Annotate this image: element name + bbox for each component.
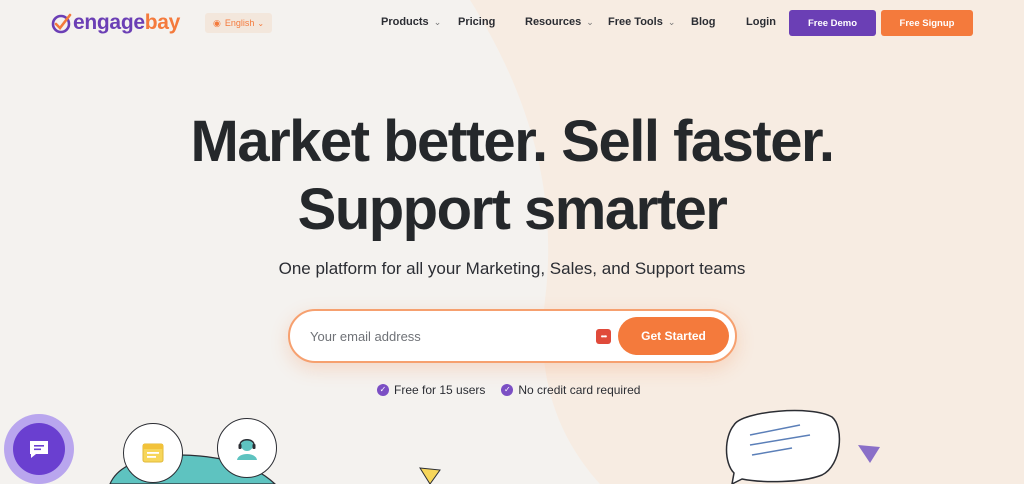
- hero-headline-line2: Support smarter: [297, 177, 728, 242]
- chat-widget-button[interactable]: [4, 414, 74, 484]
- get-started-button[interactable]: Get Started: [618, 317, 729, 355]
- nav-blog[interactable]: Blog: [691, 16, 715, 28]
- support-agent-icon: [237, 439, 257, 460]
- purple-triangle-decoration: [858, 445, 880, 463]
- hero-headline-line1: Market better. Sell faster.: [190, 109, 835, 174]
- yellow-triangle-decoration: [419, 467, 441, 484]
- chat-bubble-icon: [30, 441, 48, 458]
- speech-bubble-illustration: [725, 409, 841, 484]
- nav-resources[interactable]: Resources ⌄: [525, 16, 594, 28]
- chevron-down-icon: ⌄: [257, 18, 265, 28]
- engagebay-logo[interactable]: engagebay: [50, 10, 180, 36]
- nav-blog-label: Blog: [691, 16, 716, 28]
- check-circle-icon: ✓: [501, 384, 514, 396]
- email-input[interactable]: [310, 324, 590, 348]
- chevron-down-icon: ⌄: [667, 16, 676, 27]
- nav-resources-label: Resources: [525, 16, 582, 28]
- email-signup-form: ••• Get Started: [288, 309, 737, 363]
- language-label: English: [224, 18, 255, 28]
- free-demo-button[interactable]: Free Demo: [789, 10, 876, 36]
- nav-products-label: Products: [381, 16, 429, 28]
- check-circle-icon: ✓: [377, 384, 389, 396]
- chevron-down-icon: ⌄: [586, 16, 594, 27]
- logo-mark-icon: [51, 13, 72, 34]
- perk-label: Free for 15 users: [394, 383, 486, 397]
- nav-pricing-label: Pricing: [458, 16, 496, 28]
- nav-login[interactable]: Login: [746, 16, 776, 28]
- logo-text-bay: bay: [144, 11, 181, 34]
- hero-subheadline: One platform for all your Marketing, Sal…: [278, 259, 746, 278]
- logo-text: engagebay: [73, 11, 180, 35]
- free-signup-button[interactable]: Free Signup: [881, 10, 973, 36]
- globe-icon: ◉: [213, 17, 221, 28]
- perk-label: No credit card required: [518, 383, 641, 397]
- hero-headline: Market better. Sell faster. Support smar…: [0, 108, 1024, 244]
- nav-login-label: Login: [746, 16, 776, 28]
- chat-widget-inner: [13, 423, 65, 475]
- language-selector[interactable]: ◉ English ⌄: [205, 13, 273, 33]
- nav-pricing[interactable]: Pricing: [458, 16, 495, 28]
- perks-list: ✓ Free for 15 users ✓ No credit card req…: [377, 382, 656, 398]
- nav-free-tools[interactable]: Free Tools ⌄: [608, 16, 675, 28]
- perk-item: ✓ No credit card required: [501, 383, 640, 397]
- calendar-icon-badge: [123, 423, 183, 483]
- nav-products[interactable]: Products ⌄: [381, 16, 441, 28]
- perk-item: ✓ Free for 15 users: [377, 383, 485, 397]
- calendar-icon: [142, 443, 164, 463]
- chevron-down-icon: ⌄: [433, 16, 442, 27]
- top-navigation: engagebay ◉ English ⌄ Products ⌄ Pricing…: [0, 0, 1024, 46]
- logo-text-engage: engage: [73, 11, 145, 34]
- password-manager-icon[interactable]: •••: [596, 329, 611, 344]
- support-agent-icon-badge: [217, 418, 277, 478]
- nav-free-tools-label: Free Tools: [608, 16, 663, 28]
